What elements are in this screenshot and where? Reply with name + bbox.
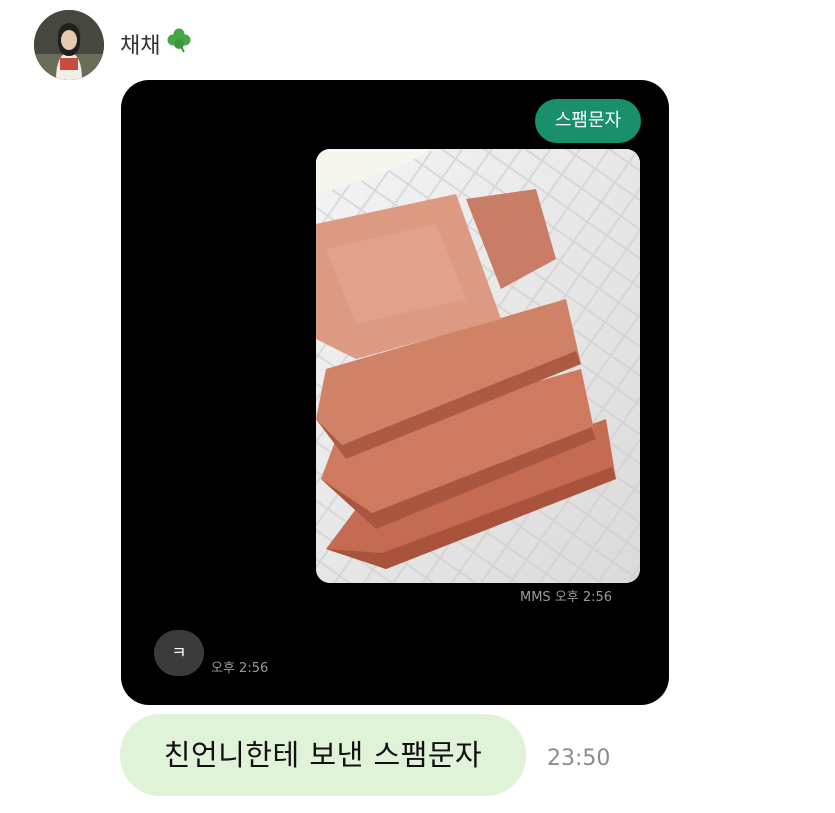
message-timestamp: 23:50 [547, 746, 611, 771]
received-message-bubble[interactable]: ㅋ [154, 630, 204, 676]
sent-message-bubble[interactable]: 스팸문자 [535, 99, 641, 143]
spam-photo[interactable] [316, 149, 640, 583]
photo-timestamp: MMS 오후 2:56 [520, 590, 613, 605]
avatar[interactable] [34, 10, 104, 80]
sender-name: 채채 [120, 34, 161, 59]
clover-icon [166, 27, 192, 53]
message-bubble[interactable]: 친언니한테 보낸 스팸문자 [120, 714, 526, 796]
reply-timestamp: 오후 2:56 [211, 661, 269, 676]
